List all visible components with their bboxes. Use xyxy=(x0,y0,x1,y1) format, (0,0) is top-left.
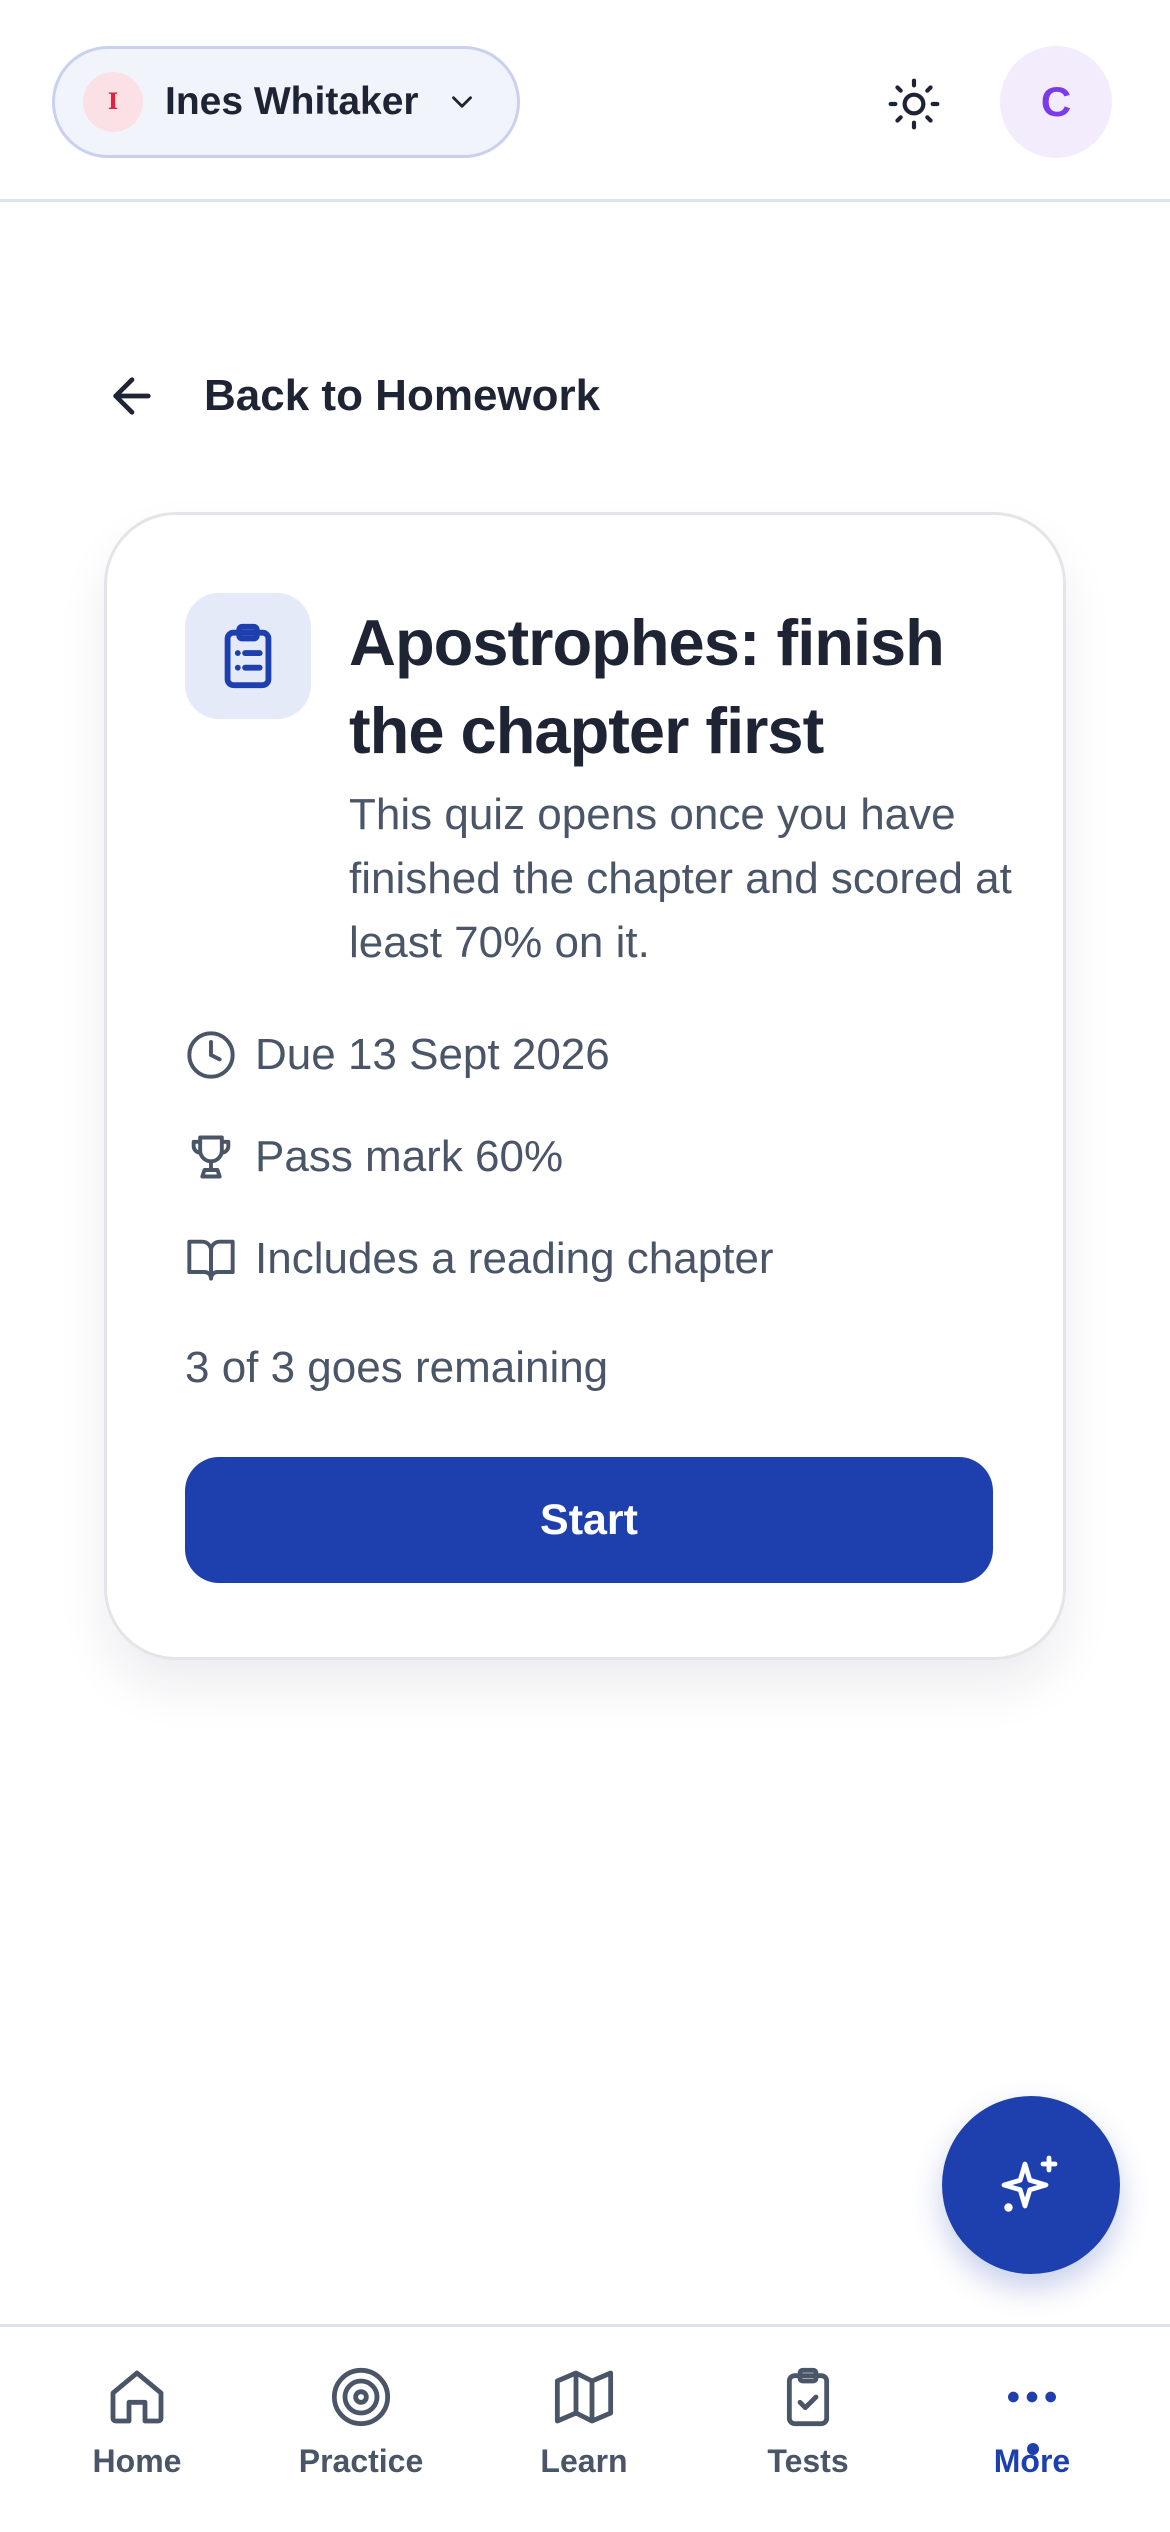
more-dots-icon xyxy=(1008,2391,1056,2403)
target-icon xyxy=(331,2367,391,2427)
nav-tests-label: Tests xyxy=(767,2443,849,2479)
nav-more[interactable]: More xyxy=(942,2365,1122,2505)
user-name: Ines Whitaker xyxy=(165,80,419,123)
nav-home-label: Home xyxy=(92,2443,182,2479)
top-bar: I Ines Whitaker C xyxy=(0,0,1170,202)
quiz-description: This quiz opens once you have finished t… xyxy=(349,790,1012,967)
active-indicator-dot xyxy=(1027,2443,1039,2455)
quiz-title: Apostrophes: finish the chapter first xyxy=(349,606,945,767)
clipboard-check-icon xyxy=(786,2367,830,2427)
map-icon xyxy=(554,2370,614,2424)
nav-practice-label: Practice xyxy=(298,2443,424,2479)
due-date: Due 13 Sept 2026 xyxy=(255,1030,610,1079)
home-icon xyxy=(110,2370,164,2424)
back-link-label: Back to Homework xyxy=(204,371,601,420)
page: I Ines Whitaker C Back to Homework Apost… xyxy=(0,0,1170,2532)
sun-icon[interactable] xyxy=(886,76,942,132)
reading-chapter-row: Includes a reading chapter xyxy=(185,1229,774,1289)
pass-mark: Pass mark 60% xyxy=(255,1132,564,1181)
due-date-row: Due 13 Sept 2026 xyxy=(185,1025,610,1085)
chevron-down-icon xyxy=(451,96,472,108)
nav-tests[interactable]: Tests xyxy=(718,2365,898,2505)
arrow-left-icon xyxy=(113,377,151,415)
nav-home[interactable]: Home xyxy=(47,2365,227,2505)
bottom-nav: Home Practice Learn Tests More xyxy=(0,2324,1170,2532)
user-initial-badge: I xyxy=(83,72,143,132)
sparkles-icon xyxy=(1001,2155,1058,2212)
nav-learn[interactable]: Learn xyxy=(494,2365,674,2505)
goes-remaining: 3 of 3 goes remaining xyxy=(185,1343,609,1392)
back-to-homework-link[interactable]: Back to Homework xyxy=(104,360,600,432)
quiz-card: Apostrophes: finish the chapter first Th… xyxy=(104,512,1066,1660)
clipboard-list-icon xyxy=(185,593,311,719)
reading-chapter: Includes a reading chapter xyxy=(255,1234,774,1283)
nav-learn-label: Learn xyxy=(540,2443,628,2479)
pass-mark-row: Pass mark 60% xyxy=(185,1127,563,1187)
trophy-icon xyxy=(191,1135,231,1179)
start-button[interactable]: Start xyxy=(185,1457,993,1583)
nav-practice[interactable]: Practice xyxy=(271,2365,451,2505)
avatar[interactable]: C xyxy=(1000,46,1112,158)
user-switcher[interactable]: I Ines Whitaker xyxy=(52,46,520,158)
ai-assistant-button[interactable] xyxy=(942,2096,1120,2274)
book-open-icon xyxy=(187,1239,235,1281)
clock-icon xyxy=(187,1031,235,1079)
